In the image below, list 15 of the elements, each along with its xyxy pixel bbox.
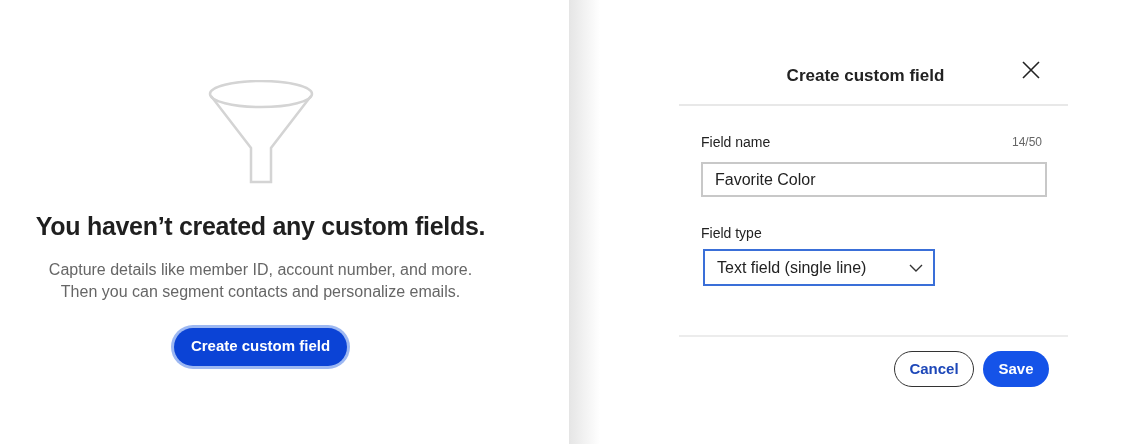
dialog-title: Create custom field xyxy=(786,64,945,87)
save-button[interactable]: Save xyxy=(983,351,1049,387)
field-label: Field name xyxy=(701,132,771,152)
field-name-input[interactable]: Favorite Color xyxy=(701,162,1047,197)
description-text: Capture details like member ID, account number, and more. xyxy=(48,259,473,280)
close-icon[interactable] xyxy=(1021,60,1041,80)
cancel-button[interactable]: Cancel xyxy=(894,351,974,387)
field-label: Field type xyxy=(701,223,762,243)
empty-state-title: You haven’t created any custom fields. xyxy=(35,211,486,242)
create-custom-field-button[interactable]: Create custom field xyxy=(173,327,348,366)
character-counter: 14/50 xyxy=(1011,134,1042,151)
field-type-dropdown[interactable]: Text field (single line) xyxy=(703,249,935,286)
chevron-down-icon xyxy=(909,263,923,272)
funnel-icon xyxy=(207,80,314,184)
description-text: Then you can segment contacts and personalize emails. xyxy=(60,281,461,302)
